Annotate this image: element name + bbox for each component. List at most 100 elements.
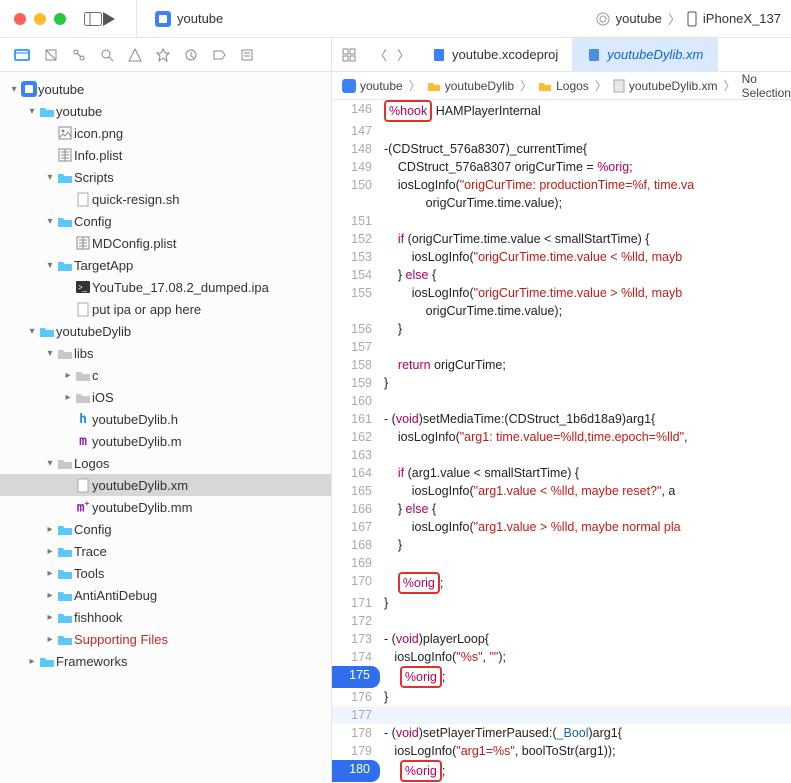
- zoom-window-button[interactable]: [54, 13, 66, 25]
- code-line[interactable]: 156 }: [332, 320, 791, 338]
- code-line[interactable]: 162 iosLogInfo("arg1: time.value=%lld,ti…: [332, 428, 791, 446]
- minimize-window-button[interactable]: [34, 13, 46, 25]
- code-line[interactable]: 171}: [332, 594, 791, 612]
- tree-item[interactable]: ▸Frameworks: [0, 650, 331, 672]
- tree-item[interactable]: ▸Supporting Files: [0, 628, 331, 650]
- tree-item[interactable]: m+youtubeDylib.mm: [0, 496, 331, 518]
- code-line[interactable]: 149 CDStruct_576a8307 origCurTime = %ori…: [332, 158, 791, 176]
- tree-item[interactable]: put ipa or app here: [0, 298, 331, 320]
- disclosure-triangle-icon[interactable]: ▸: [44, 634, 56, 645]
- tree-item[interactable]: ▸fishhook: [0, 606, 331, 628]
- code-line[interactable]: 170 %orig;: [332, 572, 791, 594]
- tree-item[interactable]: ▸Tools: [0, 562, 331, 584]
- code-line[interactable]: 148-(CDStruct_576a8307)_currentTime{: [332, 140, 791, 158]
- editor-tab[interactable]: youtubeDylib.xm: [573, 38, 718, 71]
- tree-item[interactable]: ▸Config: [0, 518, 331, 540]
- issue-navigator-icon[interactable]: [128, 48, 142, 62]
- disclosure-triangle-icon[interactable]: ▸: [62, 392, 74, 403]
- code-line[interactable]: 157: [332, 338, 791, 356]
- tree-item[interactable]: ▾TargetApp: [0, 254, 331, 276]
- breadcrumb[interactable]: youtube〉youtubeDylib〉Logos〉youtubeDylib.…: [332, 72, 791, 100]
- debug-navigator-icon[interactable]: [184, 48, 198, 62]
- code-line[interactable]: 180 %orig;: [332, 760, 791, 782]
- tree-item[interactable]: ▸c: [0, 364, 331, 386]
- tree-item[interactable]: ▾youtube: [0, 78, 331, 100]
- disclosure-triangle-icon[interactable]: ▸: [44, 612, 56, 623]
- tree-item[interactable]: ▾youtubeDylib: [0, 320, 331, 342]
- code-line[interactable]: origCurTime.time.value);: [332, 302, 791, 320]
- breadcrumb-item[interactable]: Logos: [538, 79, 589, 93]
- nav-back-button[interactable]: 〈: [374, 45, 387, 64]
- tree-item[interactable]: ▸iOS: [0, 386, 331, 408]
- code-line[interactable]: 165 iosLogInfo("arg1.value < %lld, maybe…: [332, 482, 791, 500]
- tree-item[interactable]: icon.png: [0, 122, 331, 144]
- breakpoint-navigator-icon[interactable]: [212, 48, 226, 62]
- disclosure-triangle-icon[interactable]: ▾: [44, 172, 56, 183]
- disclosure-triangle-icon[interactable]: ▾: [44, 216, 56, 227]
- close-window-button[interactable]: [14, 13, 26, 25]
- tree-item[interactable]: MDConfig.plist: [0, 232, 331, 254]
- code-line[interactable]: 173- (void)playerLoop{: [332, 630, 791, 648]
- code-line[interactable]: 160: [332, 392, 791, 410]
- project-navigator-tree[interactable]: ▾youtube▾youtubeicon.pngInfo.plist▾Scrip…: [0, 72, 332, 783]
- code-line[interactable]: 176}: [332, 688, 791, 706]
- tree-item[interactable]: hyoutubeDylib.h: [0, 408, 331, 430]
- disclosure-triangle-icon[interactable]: ▸: [44, 524, 56, 535]
- tree-item[interactable]: youtubeDylib.xm: [0, 474, 331, 496]
- report-navigator-icon[interactable]: [240, 48, 254, 62]
- disclosure-triangle-icon[interactable]: ▸: [44, 568, 56, 579]
- breadcrumb-item[interactable]: No Selection: [742, 72, 791, 100]
- tree-item[interactable]: quick-resign.sh: [0, 188, 331, 210]
- tree-item[interactable]: ▾youtube: [0, 100, 331, 122]
- sidebar-toggle-icon[interactable]: [84, 12, 102, 26]
- tree-item[interactable]: Info.plist: [0, 144, 331, 166]
- target-scheme[interactable]: youtube 〉 iPhoneX_137: [596, 9, 791, 28]
- tree-item[interactable]: >_YouTube_17.08.2_dumped.ipa: [0, 276, 331, 298]
- tree-item[interactable]: ▸Trace: [0, 540, 331, 562]
- project-navigator-icon[interactable]: [14, 48, 30, 61]
- disclosure-triangle-icon[interactable]: ▾: [8, 84, 20, 95]
- breadcrumb-item[interactable]: youtube: [342, 79, 403, 93]
- breadcrumb-item[interactable]: youtubeDylib: [427, 79, 514, 93]
- source-control-navigator-icon[interactable]: [44, 48, 58, 62]
- code-line[interactable]: 161- (void)setMediaTime:(CDStruct_1b6d18…: [332, 410, 791, 428]
- tree-item[interactable]: ▾Logos: [0, 452, 331, 474]
- tree-item[interactable]: ▾Scripts: [0, 166, 331, 188]
- disclosure-triangle-icon[interactable]: ▸: [26, 656, 38, 667]
- code-line[interactable]: 168 }: [332, 536, 791, 554]
- related-items-icon[interactable]: [332, 48, 366, 62]
- code-line[interactable]: 150 iosLogInfo("origCurTime: productionT…: [332, 176, 791, 194]
- breadcrumb-item[interactable]: youtubeDylib.xm: [613, 79, 718, 93]
- breakpoint-badge[interactable]: 180: [332, 760, 380, 782]
- scheme-selector[interactable]: youtube: [149, 7, 241, 31]
- code-line[interactable]: 172: [332, 612, 791, 630]
- disclosure-triangle-icon[interactable]: ▾: [44, 348, 56, 359]
- find-navigator-icon[interactable]: [100, 48, 114, 62]
- editor-tab[interactable]: youtube.xcodeproj: [418, 38, 573, 71]
- tree-item[interactable]: myoutubeDylib.m: [0, 430, 331, 452]
- code-line[interactable]: 154 } else {: [332, 266, 791, 284]
- code-line[interactable]: 147: [332, 122, 791, 140]
- disclosure-triangle-icon[interactable]: ▾: [44, 458, 56, 469]
- code-editor[interactable]: 146%hook HAMPlayerInternal147 148-(CDStr…: [332, 100, 791, 783]
- code-line[interactable]: 174 iosLogInfo("%s", "");: [332, 648, 791, 666]
- code-line[interactable]: 155 iosLogInfo("origCurTime.time.value >…: [332, 284, 791, 302]
- code-line[interactable]: 178- (void)setPlayerTimerPaused:(_Bool)a…: [332, 724, 791, 742]
- symbol-navigator-icon[interactable]: [72, 48, 86, 62]
- code-line[interactable]: 175 %orig;: [332, 666, 791, 688]
- tree-item[interactable]: ▾Config: [0, 210, 331, 232]
- tree-item[interactable]: ▾libs: [0, 342, 331, 364]
- code-line[interactable]: 152 if (origCurTime.time.value < smallSt…: [332, 230, 791, 248]
- code-line[interactable]: 159}: [332, 374, 791, 392]
- code-line[interactable]: 179 iosLogInfo("arg1=%s", boolToStr(arg1…: [332, 742, 791, 760]
- code-line[interactable]: 169: [332, 554, 791, 572]
- disclosure-triangle-icon[interactable]: ▾: [44, 260, 56, 271]
- disclosure-triangle-icon[interactable]: ▸: [44, 590, 56, 601]
- code-line[interactable]: 166 } else {: [332, 500, 791, 518]
- test-navigator-icon[interactable]: [156, 48, 170, 62]
- code-line[interactable]: 167 iosLogInfo("arg1.value > %lld, maybe…: [332, 518, 791, 536]
- code-line[interactable]: 153 iosLogInfo("origCurTime.time.value <…: [332, 248, 791, 266]
- code-line[interactable]: 177: [332, 706, 791, 724]
- nav-forward-button[interactable]: 〉: [397, 45, 410, 64]
- tree-item[interactable]: ▸AntiAntiDebug: [0, 584, 331, 606]
